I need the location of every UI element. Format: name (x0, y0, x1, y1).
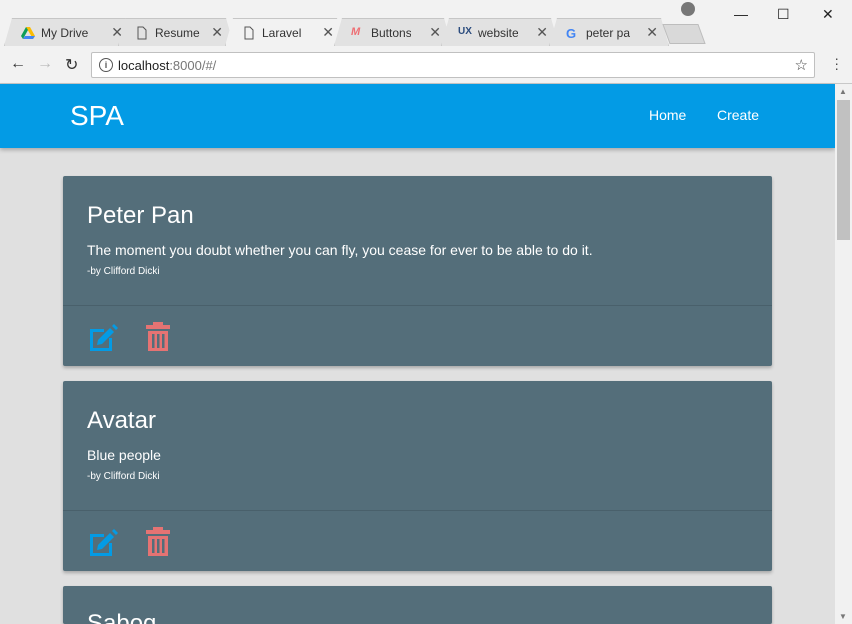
browser-tab-strip: My Drive ✕ Resume ✕ Laravel ✕ M Buttons … (0, 0, 852, 46)
reload-icon[interactable]: ↻ (65, 55, 78, 75)
close-icon[interactable]: ✕ (429, 24, 441, 41)
card-actions (63, 306, 772, 366)
card-title: Avatar (87, 407, 156, 434)
close-icon[interactable]: ✕ (211, 24, 223, 41)
post-card: Sabog (63, 586, 772, 624)
tab-title: website (478, 26, 518, 40)
brand-logo[interactable]: SPA (70, 100, 124, 132)
materialize-icon: M (351, 26, 361, 38)
card-title: Peter Pan (87, 202, 194, 229)
url-text: localhost:8000/#/ (118, 58, 217, 73)
scroll-down-icon[interactable]: ▼ (839, 612, 847, 621)
tab-title: Resume (155, 26, 200, 40)
post-card: Avatar Blue people -by Clifford Dicki (63, 381, 772, 571)
browser-tab-website[interactable]: UX website ✕ (441, 18, 559, 46)
profile-icon[interactable] (681, 2, 695, 16)
page-scrollbar[interactable]: ▲ ▼ (835, 84, 852, 624)
tab-title: My Drive (41, 26, 89, 40)
close-icon[interactable]: ✕ (646, 24, 658, 41)
google-drive-icon (21, 26, 35, 40)
browser-tab-my-drive[interactable]: My Drive ✕ (4, 18, 134, 46)
document-icon (135, 26, 149, 40)
browser-tab-resume[interactable]: Resume ✕ (118, 18, 234, 46)
close-icon[interactable]: ✕ (322, 24, 334, 41)
card-content: Peter Pan The moment you doubt whether y… (63, 176, 772, 306)
card-title: Sabog (87, 610, 157, 624)
card-author: -by Clifford Dicki (87, 266, 160, 277)
info-icon[interactable]: i (99, 58, 113, 72)
delete-icon[interactable] (145, 321, 171, 353)
scroll-up-icon[interactable]: ▲ (839, 87, 847, 96)
nav-link-create[interactable]: Create (717, 107, 759, 123)
document-icon (242, 26, 256, 40)
google-icon: G (566, 26, 577, 41)
card-content: Avatar Blue people -by Clifford Dicki (63, 381, 772, 511)
browser-toolbar: ← → ↻ i localhost:8000/#/ ☆ · · · (0, 46, 852, 84)
tab-title: Buttons (371, 26, 411, 40)
edit-icon[interactable] (87, 321, 119, 353)
browser-tab-laravel[interactable]: Laravel ✕ (225, 18, 345, 46)
forward-icon[interactable]: → (37, 55, 53, 73)
bookmark-star-icon[interactable]: ☆ (795, 56, 808, 74)
app-navbar: SPA Home Create (0, 84, 835, 148)
browser-menu-icon[interactable]: · · · (834, 51, 839, 75)
new-tab-button[interactable] (662, 24, 706, 44)
card-author: -by Clifford Dicki (87, 471, 160, 482)
card-body: Blue people (87, 447, 161, 463)
nav-link-home[interactable]: Home (649, 107, 686, 123)
edit-icon[interactable] (87, 526, 119, 558)
card-actions (63, 511, 772, 571)
card-body: The moment you doubt whether you can fly… (87, 242, 593, 258)
tab-title: Laravel (262, 26, 302, 40)
minimize-icon[interactable]: — (734, 6, 748, 22)
scrollbar-thumb[interactable] (837, 100, 850, 240)
close-window-icon[interactable]: ✕ (822, 6, 834, 23)
delete-icon[interactable] (145, 526, 171, 558)
ux-icon: UX (458, 26, 472, 37)
close-icon[interactable]: ✕ (536, 24, 548, 41)
post-card: Peter Pan The moment you doubt whether y… (63, 176, 772, 366)
maximize-icon[interactable]: ☐ (777, 6, 790, 23)
address-bar[interactable]: i localhost:8000/#/ ☆ (91, 52, 815, 78)
browser-tab-buttons[interactable]: M Buttons ✕ (334, 18, 452, 46)
back-icon[interactable]: ← (10, 55, 26, 73)
browser-tab-peter-pan[interactable]: G peter pa ✕ (549, 18, 669, 46)
tab-title: peter pa (586, 26, 630, 40)
